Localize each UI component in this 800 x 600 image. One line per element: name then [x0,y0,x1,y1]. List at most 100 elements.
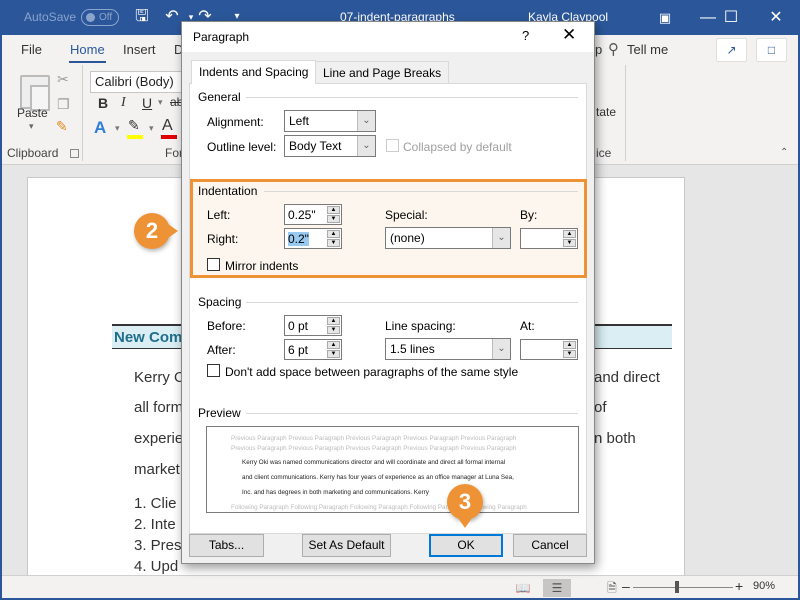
cut-icon[interactable]: ✂ [57,71,69,88]
spin-up-icon[interactable]: ▲ [327,206,340,214]
tabs-button[interactable]: Tabs... [189,534,264,557]
paste-button[interactable]: Paste [17,106,48,120]
line-spacing-select[interactable]: 1.5 lines ⌄ [385,338,511,360]
font-name-box[interactable]: Calibri (Body) [90,71,190,93]
help-button[interactable]: ? [522,28,529,43]
spin-up-icon[interactable]: ▲ [327,317,340,325]
zoom-slider[interactable] [633,587,733,588]
chevron-down-icon: ⌄ [492,339,510,359]
dont-add-space-checkbox[interactable] [207,364,220,377]
spin-down-icon[interactable]: ▼ [563,239,576,247]
list-item: 3. Pres [134,537,182,554]
spin-up-icon[interactable]: ▲ [327,230,340,238]
preview-divider [243,413,578,414]
highlight-icon[interactable]: ✎ [128,117,140,134]
preview-current-line: Inc. and has degrees in both marketing a… [242,489,429,496]
font-color-button[interactable]: A [162,117,173,135]
tell-me-search[interactable]: Tell me [627,42,668,57]
spin-down-icon[interactable]: ▼ [327,215,340,223]
read-mode-icon[interactable]: 📖 [509,579,537,597]
indent-right-spinner[interactable]: 0.2" ▲ ▼ [284,228,342,249]
preview-previous-line: Previous Paragraph Previous Paragraph Pr… [231,435,517,442]
status-bar: 📖 ☰ 🗎 – + 90% [2,575,798,598]
group-divider [625,65,626,161]
special-select[interactable]: (none) ⌄ [385,227,511,249]
mirror-indents-checkbox[interactable] [207,258,220,271]
clipboard-launcher-icon[interactable] [70,149,79,158]
spin-down-icon[interactable]: ▼ [563,350,576,358]
underline-dropdown-icon[interactable]: ▾ [158,97,163,108]
text-effects-dropdown-icon[interactable]: ▾ [115,123,120,134]
preview-current-line: Kerry Oki was named communications direc… [242,459,506,466]
save-icon[interactable]: 🖫 [131,6,153,28]
tab-insert[interactable]: Insert [123,42,156,57]
before-label: Before: [207,319,246,333]
dialog-title-bar[interactable]: Paragraph ? ✕ [182,22,594,52]
indent-left-label: Left: [207,208,231,222]
zoom-slider-thumb[interactable] [675,581,680,593]
general-divider [245,97,578,98]
outline-level-value: Body Text [289,139,342,153]
spacing-divider [245,302,578,303]
spin-up-icon[interactable]: ▲ [563,341,576,349]
dialog-close-icon[interactable]: ✕ [562,25,576,45]
by-spinner[interactable]: ▲ ▼ [520,228,578,249]
chevron-down-icon: ⌄ [492,228,510,248]
format-painter-icon[interactable]: ✎ [56,118,68,135]
tab-home[interactable]: Home [69,42,106,63]
spin-up-icon[interactable]: ▲ [327,341,340,349]
share-button[interactable]: ↗ [716,38,747,62]
text-effects-button[interactable]: A [94,118,106,138]
zoom-level[interactable]: 90% [753,580,775,592]
tab-indents-and-spacing[interactable]: Indents and Spacing [191,60,317,84]
zoom-in-button[interactable]: + [735,578,743,594]
dictate-button-fragment[interactable]: tate [596,105,616,119]
body-text-line-end: of [594,399,607,416]
chevron-down-icon: ⌄ [357,111,375,131]
tab-line-and-page-breaks[interactable]: Line and Page Breaks [315,61,450,83]
font-color-swatch [161,135,177,139]
step-callout-2: 2 [134,213,178,249]
body-text-line: market [134,461,180,478]
tab-file[interactable]: File [21,42,42,57]
tab-help-fragment[interactable]: p [595,42,602,57]
autosave-toggle[interactable]: Off [81,9,119,26]
cancel-button[interactable]: Cancel [513,534,587,557]
close-window-icon[interactable]: ✕ [753,0,799,35]
alignment-select[interactable]: Left ⌄ [284,110,376,132]
spin-up-icon[interactable]: ▲ [563,230,576,238]
spin-down-icon[interactable]: ▼ [327,326,340,334]
at-label: At: [520,319,535,333]
underline-button[interactable]: U [142,95,152,111]
indentation-divider [264,191,578,192]
comments-button[interactable]: □ [756,38,787,62]
line-spacing-label: Line spacing: [385,319,456,333]
italic-button[interactable]: I [121,95,126,111]
at-spinner[interactable]: ▲ ▼ [520,339,578,360]
ok-button[interactable]: OK [429,534,503,557]
indent-left-spinner[interactable]: 0.25" ▲ ▼ [284,204,342,225]
spacing-section-label: Spacing [198,295,247,309]
preview-section-label: Preview [198,406,246,420]
maximize-icon[interactable]: ☐ [708,0,754,35]
highlight-dropdown-icon[interactable]: ▾ [149,123,154,134]
spacing-before-spinner[interactable]: 0 pt ▲ ▼ [284,315,342,336]
group-divider [82,65,83,161]
print-layout-icon[interactable]: ☰ [543,579,571,597]
zoom-out-button[interactable]: – [622,578,630,594]
paste-icon[interactable] [20,75,50,111]
paste-dropdown-icon[interactable]: ▾ [29,121,34,132]
body-text-line: experie [134,430,184,447]
after-label: After: [207,343,236,357]
bold-button[interactable]: B [98,95,108,111]
spacing-after-spinner[interactable]: 6 pt ▲ ▼ [284,339,342,360]
ribbon-display-options-icon[interactable]: ▣ [642,0,688,35]
spin-down-icon[interactable]: ▼ [327,239,340,247]
spin-down-icon[interactable]: ▼ [327,350,340,358]
vertical-scrollbar[interactable] [784,165,798,575]
collapsed-by-default-checkbox[interactable] [386,139,399,152]
collapse-ribbon-icon[interactable]: ⌃ [780,147,788,158]
outline-level-select[interactable]: Body Text ⌄ [284,135,376,157]
copy-icon[interactable]: ❐ [57,96,70,113]
set-as-default-button[interactable]: Set As Default [302,534,391,557]
